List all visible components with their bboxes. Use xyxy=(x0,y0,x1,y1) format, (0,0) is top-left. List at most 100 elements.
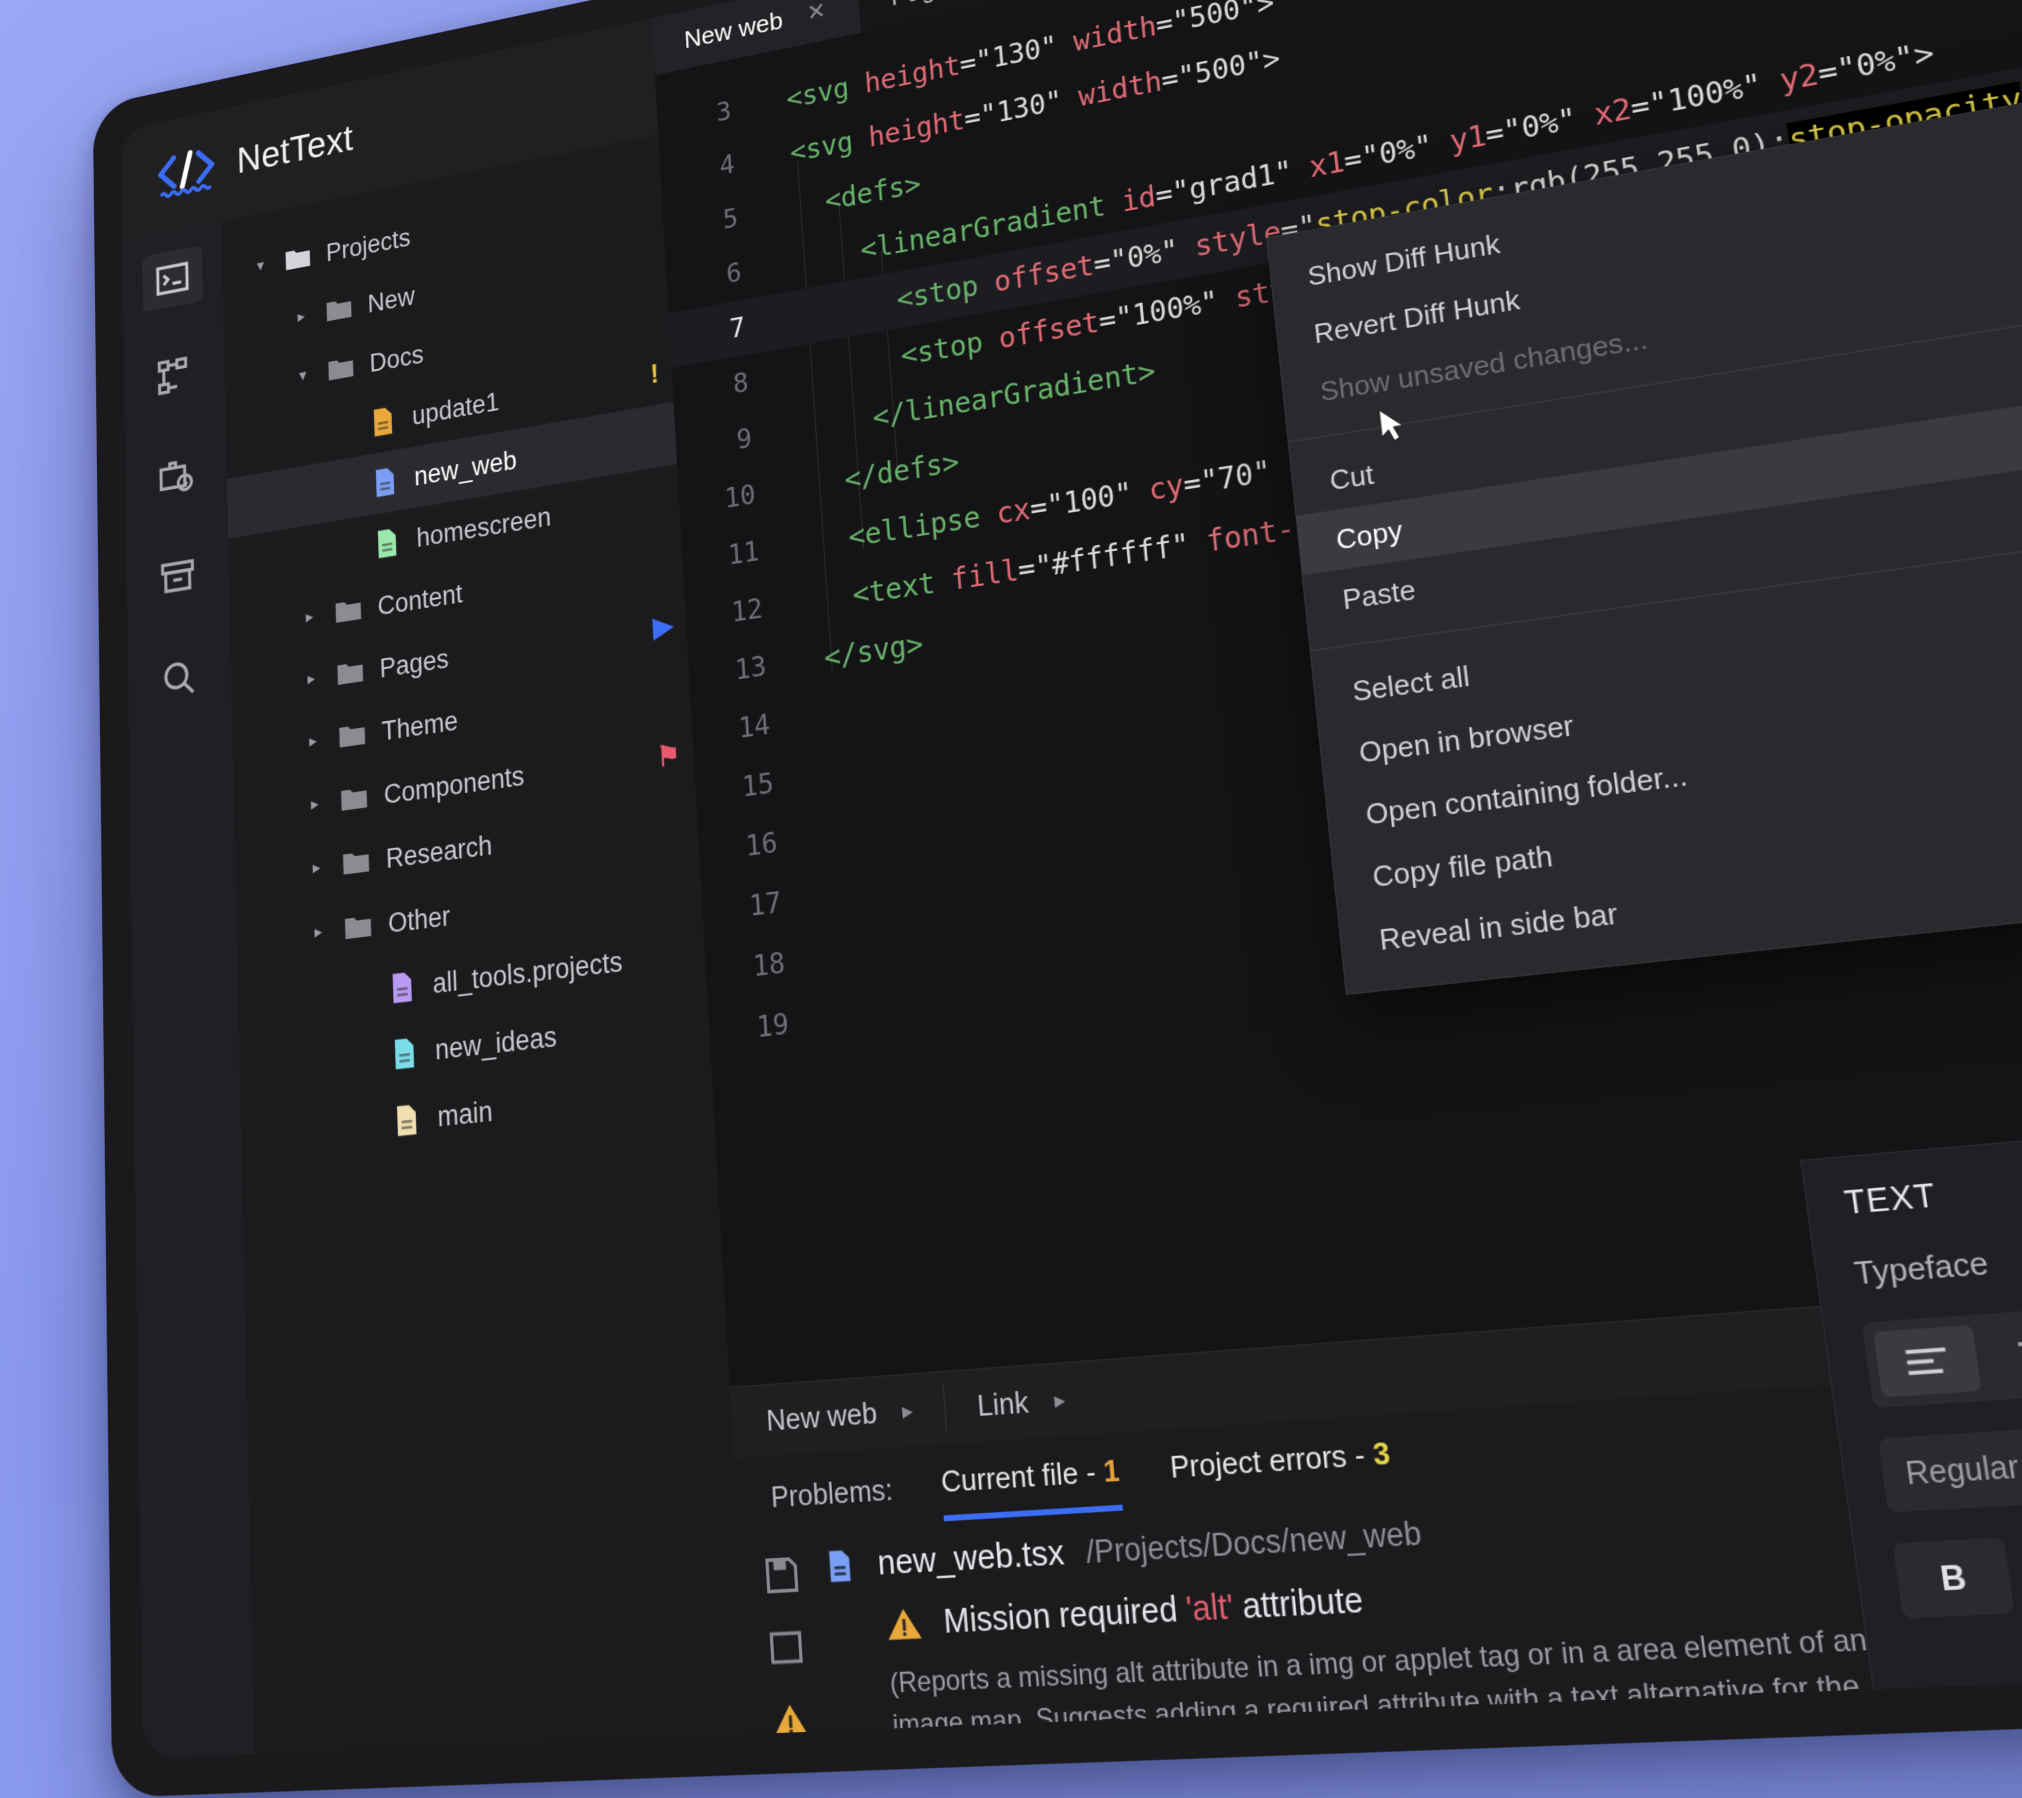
code-token-tagn: </svg> xyxy=(823,627,924,675)
code-token-attr: rx xyxy=(1286,446,1325,486)
code-token-val: :rgb(255,0,0); xyxy=(1534,183,1800,263)
code-line[interactable]: 10 </defs> xyxy=(678,202,2022,535)
code-line[interactable]: 16 xyxy=(698,597,2022,883)
code-token-val: ="url(#grad1)" xyxy=(1650,351,1926,429)
breadcrumb-item[interactable]: Link▸ xyxy=(976,1379,1099,1424)
code-line[interactable]: 9 </linearGradient> xyxy=(675,138,2022,479)
code-line-content: <svg height="130" width="500"> xyxy=(754,0,1275,121)
chevron-down-icon[interactable]: ▾ xyxy=(293,365,312,387)
context-menu-item[interactable]: Open containing folder... xyxy=(1325,652,2022,850)
code-line[interactable]: 14 xyxy=(691,462,2022,764)
context-menu-item-label: Paste xyxy=(1341,573,1417,617)
file-icon xyxy=(370,463,401,500)
code-token-plain xyxy=(1557,406,1580,444)
code-token-val: ="0%" xyxy=(1092,233,1179,281)
context-menu-separator xyxy=(1289,275,2022,443)
code-token-val: ="0%" xyxy=(1342,128,1434,178)
chevron-right-icon: ▸ xyxy=(901,1396,914,1426)
context-menu[interactable]: Show Diff HunkCtrl+K, Ctrl+/Revert Diff … xyxy=(1266,54,2022,995)
text-panel-title: TEXT xyxy=(1842,1177,1939,1223)
tree-item-label: Projects xyxy=(326,223,411,268)
tree-item-label: main xyxy=(437,1095,493,1133)
chevron-right-icon[interactable]: ▸ xyxy=(301,668,321,690)
problems-tab-label: Current file - xyxy=(940,1453,1105,1499)
code-token-plain xyxy=(1269,451,1290,488)
align-center-button[interactable] xyxy=(1985,1317,2022,1390)
problems-tab-count: 3 xyxy=(1371,1434,1392,1471)
chevron-right-icon[interactable]: ▸ xyxy=(292,306,311,328)
context-menu-item[interactable]: Copy file path xyxy=(1332,719,2022,912)
rail-button-archive[interactable] xyxy=(147,542,209,610)
breadcrumb-item[interactable]: New web ▸ xyxy=(765,1390,945,1438)
code-token-attr: offset xyxy=(998,305,1101,355)
code-line[interactable]: 18 xyxy=(704,734,2022,1003)
code-token-plain xyxy=(758,138,791,175)
chevron-down-icon[interactable]: ▾ xyxy=(251,255,270,277)
tree-spacer xyxy=(339,548,358,551)
rail-button-history[interactable] xyxy=(145,442,207,510)
typeface-row[interactable]: Typeface Monaco ▾ xyxy=(1852,1203,2022,1293)
text-panel-header: TEXT Reset xyxy=(1842,1129,2022,1223)
rail-button-search[interactable] xyxy=(148,644,211,713)
code-token-attr: ry xyxy=(1429,423,1469,464)
context-menu-item[interactable]: PasteCtrl+V xyxy=(1303,420,2022,635)
problems-tab[interactable]: Project errors - 3 xyxy=(1169,1434,1393,1495)
align-button-group[interactable] xyxy=(1862,1275,2022,1408)
laptop-device: NetText New web✕Page 1 - untitled✕ ▾Proj… xyxy=(93,0,2022,1798)
context-menu-item[interactable]: CopyCtrl+C xyxy=(1297,356,2022,576)
rail-button-terminal[interactable] xyxy=(142,245,203,312)
folder-icon xyxy=(283,241,313,278)
chevron-right-icon[interactable]: ▸ xyxy=(303,730,323,752)
code-token-plain xyxy=(765,234,862,283)
code-line[interactable]: 6 <linearGradient id="grad1" x1="0%" y1=… xyxy=(665,0,2022,313)
context-menu-item[interactable]: Revert Diff HunkCtrl+K, Ctrl+Z xyxy=(1275,134,2022,369)
code-token-plain xyxy=(769,284,898,339)
code-token-tagn: <text xyxy=(851,566,936,612)
chevron-right-icon[interactable]: ▸ xyxy=(308,921,328,944)
tree-folder[interactable]: ▸Other xyxy=(236,851,703,974)
breadcrumb[interactable]: New web ▸ Link▸ xyxy=(730,1252,2022,1458)
window-icon[interactable] xyxy=(766,1626,806,1670)
code-line[interactable]: 19 xyxy=(708,804,2022,1064)
tree-folder[interactable]: ▸Research xyxy=(235,785,699,910)
problem-file-name: new_web.tsx xyxy=(876,1533,1065,1584)
code-token-plain xyxy=(1216,282,1237,318)
indent-guide xyxy=(881,251,899,478)
breadcrumb-label: New web xyxy=(765,1395,878,1438)
code-token-plain xyxy=(783,521,850,564)
context-menu-item-label: Select all xyxy=(1351,659,1472,709)
context-menu-item-label: Open containing folder... xyxy=(1364,757,1689,831)
code-line[interactable]: 11 <ellipse cx="100" cy="70" rx="85" ry=… xyxy=(681,266,2022,592)
context-menu-item[interactable]: Open in browser xyxy=(1319,585,2022,788)
context-menu-item[interactable]: Show Diff HunkCtrl+K, Ctrl+/ xyxy=(1269,73,2022,312)
line-number: 17 xyxy=(702,883,808,928)
code-token-plain xyxy=(787,578,854,621)
chevron-right-icon[interactable]: ▸ xyxy=(305,793,325,815)
code-line[interactable]: 5 <defs> xyxy=(662,0,2022,259)
rail-button-structure[interactable] xyxy=(144,343,205,411)
code-token-plain xyxy=(1176,230,1196,266)
chevron-right-icon[interactable]: ▸ xyxy=(306,857,326,880)
code-token-plain xyxy=(1130,473,1150,510)
text-style-group[interactable]: BIU xyxy=(1893,1508,2022,1619)
tree-item-label: Docs xyxy=(369,339,424,378)
code-line[interactable]: 15 xyxy=(694,529,2022,823)
tree-item-label: update1 xyxy=(412,387,500,432)
code-token-val: =" xyxy=(1279,209,1317,249)
problem-message-token: 'alt' xyxy=(1185,1587,1236,1628)
code-token-attr: style xyxy=(1233,266,1323,315)
tree-file[interactable]: all_tools.projects xyxy=(238,918,707,1039)
align-center-icon xyxy=(2015,1335,2022,1371)
chevron-right-icon[interactable]: ▸ xyxy=(300,606,320,628)
problems-tab[interactable]: Current file - 1 xyxy=(940,1452,1122,1509)
code-line[interactable]: 12 <text fill="#ffffff" font-size="45" f… xyxy=(684,331,2022,649)
code-line[interactable]: 8 <stop offset="100%" style="stop-color:… xyxy=(672,75,2022,423)
weight-select[interactable]: Regular ▾ xyxy=(1878,1411,2022,1512)
align-left-button[interactable] xyxy=(1873,1325,1982,1397)
briefcase-clock-icon xyxy=(158,453,194,498)
code-line[interactable]: 3 <svg height="130" width="500"> xyxy=(656,0,2022,152)
context-menu-item[interactable]: Select allCtrl+A xyxy=(1312,519,2022,727)
line-number: 11 xyxy=(682,532,785,579)
bold-button[interactable]: B xyxy=(1893,1538,2015,1619)
save-icon[interactable] xyxy=(762,1553,802,1597)
